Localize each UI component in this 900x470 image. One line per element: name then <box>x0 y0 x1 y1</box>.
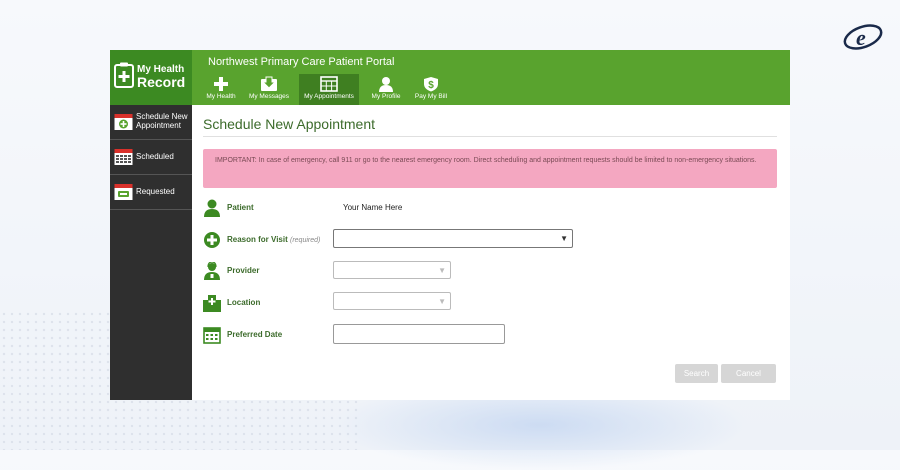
reason-for-visit-dropdown[interactable]: ▼ <box>333 229 573 248</box>
sidebar-label-line1: Schedule New <box>136 112 188 121</box>
provider-label: Provider <box>227 266 260 275</box>
main-content: Schedule New Appointment IMPORTANT: In c… <box>192 105 790 400</box>
calendar-request-icon <box>114 184 133 200</box>
top-navigation-bar: Northwest Primary Care Patient Portal My… <box>192 50 790 105</box>
search-button[interactable]: Search <box>675 364 718 383</box>
nav-label: My Profile <box>371 93 401 100</box>
person-icon <box>379 77 393 92</box>
location-label: Location <box>227 298 261 307</box>
nav-my-health[interactable]: My Health <box>204 74 238 105</box>
portal-title: Northwest Primary Care Patient Portal <box>208 56 395 68</box>
provider-select[interactable]: ▼ <box>333 261 451 279</box>
nav-label: Pay My Bill <box>414 93 448 100</box>
nav-label: My Messages <box>248 93 290 100</box>
preferred-date-input[interactable] <box>333 324 505 344</box>
nav-pay-my-bill[interactable]: $ Pay My Bill <box>412 74 450 105</box>
logo-text-line2: Record <box>137 74 186 90</box>
patient-label: Patient <box>227 203 254 212</box>
dollar-shield-icon: $ <box>424 77 438 92</box>
sidebar-item-schedule-new[interactable]: Schedule New Appointment <box>110 105 192 140</box>
patient-name: Your Name Here <box>343 203 403 212</box>
patient-icon <box>204 199 220 217</box>
nav-label: My Appointments <box>304 93 354 100</box>
corner-e-logo: e <box>843 24 883 50</box>
svg-text:$: $ <box>428 80 434 91</box>
reason-label: Reason for Visit (required) <box>227 235 320 244</box>
page-title: Schedule New Appointment <box>203 116 375 132</box>
preferred-date-label: Preferred Date <box>227 330 283 339</box>
nav-my-appointments[interactable]: My Appointments <box>299 74 359 105</box>
title-divider <box>203 136 777 137</box>
location-row: Location <box>203 294 763 316</box>
sidebar-item-scheduled[interactable]: Scheduled <box>110 140 192 175</box>
chevron-down-icon: ▼ <box>438 266 446 275</box>
calendar-plus-icon <box>114 114 133 130</box>
nav-my-profile[interactable]: My Profile <box>366 74 406 105</box>
sidebar-label-line2: Appointment <box>136 121 181 130</box>
chevron-down-icon: ▼ <box>560 234 568 243</box>
sidebar-item-label: Schedule New Appointment <box>136 112 188 130</box>
nav-my-messages[interactable]: My Messages <box>246 74 292 105</box>
chevron-down-icon: ▼ <box>438 297 446 306</box>
reason-label-text: Reason for Visit <box>227 235 288 244</box>
nav-label: My Health <box>206 93 236 100</box>
doctor-icon <box>204 262 220 280</box>
calendar-grid-icon <box>320 76 338 92</box>
sidebar-item-label: Scheduled <box>136 152 174 161</box>
hospital-icon <box>203 295 221 312</box>
plus-circle-icon <box>204 232 220 248</box>
calendar-icon <box>203 327 221 344</box>
emergency-alert: IMPORTANT: In case of emergency, call 91… <box>203 149 777 188</box>
plus-icon <box>214 77 228 91</box>
required-note: (required) <box>290 237 321 244</box>
location-select[interactable]: ▼ <box>333 292 451 310</box>
provider-row: Provider <box>203 262 763 284</box>
patient-row: Patient Your Name Here <box>203 199 763 221</box>
sidebar-item-label: Requested <box>136 187 175 196</box>
sidebar: Schedule New Appointment Scheduled Reque… <box>110 105 192 400</box>
inbox-icon <box>261 76 277 91</box>
cancel-button[interactable]: Cancel <box>721 364 776 383</box>
app-logo[interactable]: My Health Record <box>110 50 192 105</box>
svg-text:e: e <box>856 25 866 50</box>
clipboard-plus-icon <box>114 62 134 88</box>
sidebar-item-requested[interactable]: Requested <box>110 175 192 210</box>
patient-portal-window: My Health Record Northwest Primary Care … <box>110 50 790 400</box>
calendar-grid-icon <box>114 149 133 165</box>
